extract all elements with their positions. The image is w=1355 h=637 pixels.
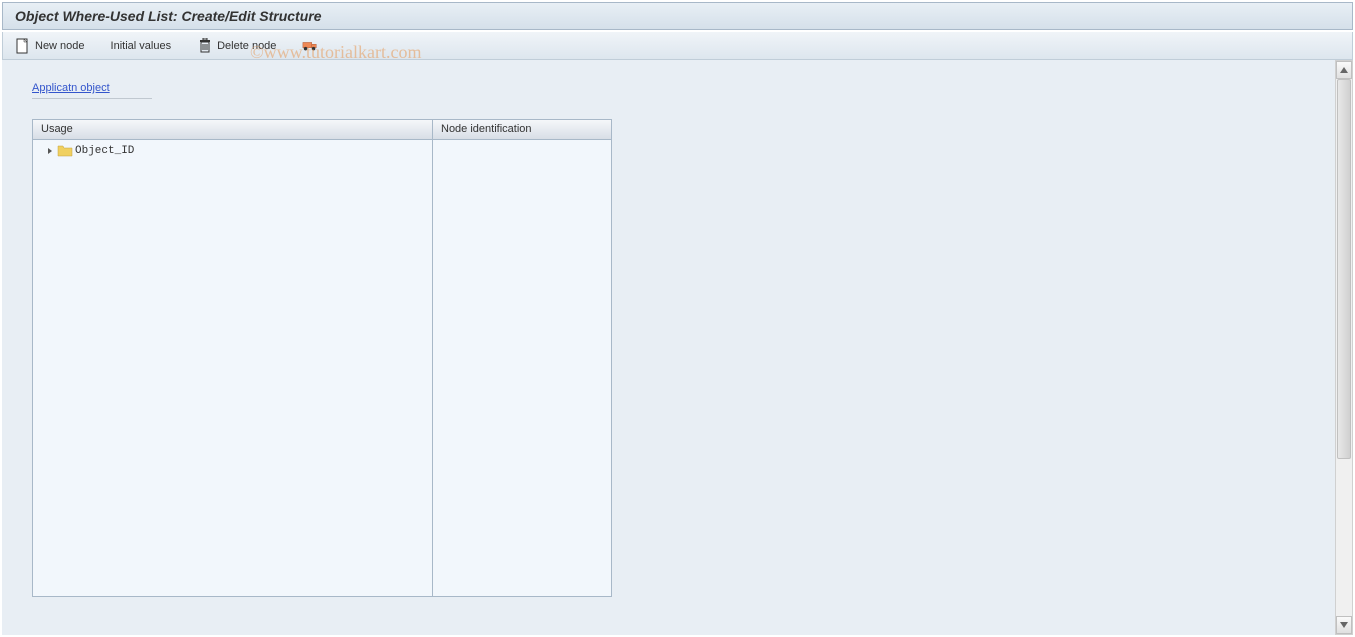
- truck-button[interactable]: [298, 36, 322, 56]
- delete-node-button[interactable]: Delete node: [193, 36, 280, 56]
- usage-column-header[interactable]: Usage: [33, 120, 432, 140]
- new-node-label: New node: [35, 40, 85, 52]
- scroll-down-button[interactable]: [1336, 616, 1352, 634]
- trash-icon: [197, 38, 213, 54]
- initial-values-button[interactable]: Initial values: [107, 38, 176, 54]
- tree-row-node-id: [433, 142, 611, 144]
- content-area: Applicatn object Usage Objec: [2, 60, 1353, 635]
- scroll-up-button[interactable]: [1336, 61, 1352, 79]
- toolbar: New node Initial values Delete node: [2, 32, 1353, 60]
- usage-column-body: Object_ID: [33, 140, 432, 596]
- delete-node-label: Delete node: [217, 40, 276, 52]
- tree-row-label: Object_ID: [75, 145, 134, 157]
- vertical-scrollbar[interactable]: [1335, 60, 1353, 635]
- tree-row[interactable]: Object_ID: [33, 142, 432, 160]
- tree-table: Usage Object_ID: [32, 119, 612, 597]
- scroll-thumb[interactable]: [1337, 79, 1351, 459]
- node-id-column-body: [433, 140, 611, 596]
- usage-column: Usage Object_ID: [33, 120, 433, 596]
- folder-icon: [57, 143, 73, 159]
- applicatn-object-link[interactable]: Applicatn object: [32, 80, 152, 99]
- title-bar: Object Where-Used List: Create/Edit Stru…: [2, 2, 1353, 30]
- expand-arrow-icon[interactable]: [45, 146, 55, 156]
- document-icon: [15, 38, 31, 54]
- initial-values-label: Initial values: [111, 40, 172, 52]
- node-id-column-header[interactable]: Node identification: [433, 120, 611, 140]
- node-id-column: Node identification: [433, 120, 611, 596]
- page-title: Object Where-Used List: Create/Edit Stru…: [15, 8, 322, 24]
- new-node-button[interactable]: New node: [11, 36, 89, 56]
- truck-icon: [302, 38, 318, 54]
